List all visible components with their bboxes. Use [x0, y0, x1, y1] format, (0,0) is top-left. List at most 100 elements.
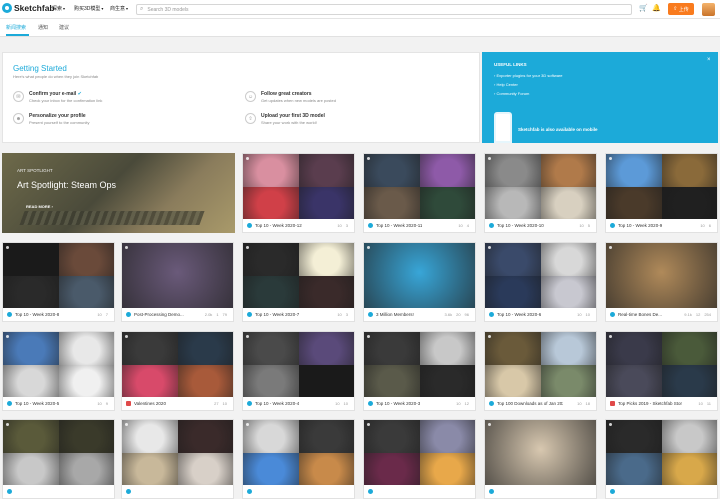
card-thumbnail[interactable] — [3, 332, 114, 397]
collection-card[interactable]: Top 10 - Week 2020-5 10 9 — [2, 331, 115, 411]
link-community-forum[interactable]: › Community Forum — [494, 91, 529, 96]
card-title[interactable]: Top 10 - Week 2020-3 — [376, 401, 420, 406]
card-thumbnail[interactable] — [606, 243, 717, 308]
collection-card[interactable]: Top 10 - Week 2020-4 10 10 — [242, 331, 355, 411]
collection-card[interactable]: Real-time Bones De... 9.1k 12 254 — [605, 242, 718, 322]
thumbnail-quadrant — [177, 420, 233, 453]
views-count: 10 — [456, 401, 461, 406]
task-personalize-profile[interactable]: ☻ Personalize your profile Present yourse… — [13, 113, 89, 125]
card-thumbnail[interactable] — [364, 243, 475, 308]
link-help-center[interactable]: › Help Center — [494, 82, 518, 87]
upload-button[interactable]: ⇧ 上传 — [668, 3, 694, 15]
card-thumbnail[interactable] — [485, 420, 596, 485]
thumbnail-quadrant — [606, 186, 662, 219]
card-title[interactable]: Top Picks 2019 - Sketchfab Stor — [618, 401, 682, 406]
collection-card[interactable]: Top Picks 2019 - Sketchfab Stor 10 11 — [605, 331, 718, 411]
bell-icon[interactable]: 🔔 — [652, 4, 661, 12]
collection-card[interactable]: Top 10 - Week 2020-7 10 3 — [242, 242, 355, 322]
card-footer — [3, 485, 114, 498]
card-thumbnail[interactable] — [3, 420, 114, 485]
avatar[interactable] — [702, 3, 715, 16]
nav-explore[interactable]: 探索▾ — [52, 5, 65, 12]
collection-card[interactable] — [2, 419, 115, 499]
thumbnail-quadrant — [485, 154, 541, 187]
collection-card[interactable]: Top 10 - Week 2020-6 10 10 — [484, 242, 597, 322]
read-more-link[interactable]: READ MORE › — [26, 204, 53, 209]
thumbnail-quadrant — [58, 332, 114, 365]
collection-card[interactable]: Top 10 - Week 2020-9 10 6 — [605, 153, 718, 233]
card-footer: Top 10 - Week 2020-11 10 4 — [364, 219, 475, 232]
card-footer — [243, 485, 354, 498]
mobile-app-link[interactable]: Sketchfab is also available on mobile — [518, 127, 598, 132]
card-title[interactable]: Top 10 - Week 2020-7 — [255, 312, 299, 317]
collection-card[interactable] — [363, 419, 476, 499]
thumbnail-quadrant — [298, 332, 354, 365]
card-thumbnail[interactable] — [243, 154, 354, 219]
task-upload-model[interactable]: ⇧ Upload your first 3D model Share your w… — [245, 113, 325, 125]
card-thumbnail[interactable] — [485, 332, 596, 397]
card-thumbnail[interactable] — [606, 420, 717, 485]
collection-card[interactable]: Valentines 2020 27 10 — [121, 331, 234, 411]
card-title[interactable]: Post-Processing Demo... — [134, 312, 184, 317]
collection-card[interactable]: Top 10 - Week 2020-11 10 4 — [363, 153, 476, 233]
card-thumbnail[interactable] — [364, 154, 475, 219]
card-title[interactable]: Top 10 - Week 2020-6 — [497, 312, 541, 317]
tab-notifications[interactable]: 通知 — [38, 24, 48, 31]
link-exporter-plugins[interactable]: › Exporter plugins for your 3D software — [494, 73, 562, 78]
search-input[interactable]: ⌕ Search 3D models — [136, 4, 632, 15]
card-thumbnail[interactable] — [485, 243, 596, 308]
collection-card[interactable] — [605, 419, 718, 499]
card-title[interactable]: Top 100 Downloads as of Jan 202 — [497, 401, 563, 406]
card-thumbnail[interactable] — [3, 243, 114, 308]
card-title[interactable]: Valentines 2020 — [134, 401, 166, 406]
card-thumbnail[interactable] — [364, 332, 475, 397]
card-title[interactable]: Top 10 - Week 2020-8 — [15, 312, 59, 317]
card-thumbnail[interactable] — [243, 243, 354, 308]
card-title[interactable]: Top 10 - Week 2020-9 — [618, 223, 662, 228]
card-title[interactable]: Real-time Bones De... — [618, 312, 662, 317]
close-icon[interactable]: × — [707, 57, 711, 63]
sketchfab-logo[interactable]: Sketchfab — [2, 3, 55, 13]
card-title[interactable]: 3 Million Members! — [376, 312, 414, 317]
card-thumbnail[interactable] — [243, 420, 354, 485]
tab-news-feed[interactable]: 新闻搜索 — [6, 24, 26, 31]
art-spotlight-banner[interactable]: ART SPOTLIGHT Art Spotlight: Steam Ops R… — [2, 153, 235, 233]
card-thumbnail[interactable] — [122, 243, 233, 308]
card-thumbnail[interactable] — [485, 154, 596, 219]
thumbnail-quadrant — [3, 452, 59, 485]
check-icon: ✔ — [77, 91, 82, 97]
nav-business[interactable]: 商生意▾ — [110, 5, 128, 12]
card-thumbnail[interactable] — [122, 420, 233, 485]
collection-card[interactable]: Top 10 - Week 2020-12 10 3 — [242, 153, 355, 233]
collection-card[interactable]: 3 Million Members! 3.6k 20 96 — [363, 242, 476, 322]
card-title[interactable]: Top 10 - Week 2020-4 — [255, 401, 299, 406]
collection-card[interactable]: Top 100 Downloads as of Jan 202 10 18 — [484, 331, 597, 411]
collection-card[interactable]: Top 10 - Week 2020-10 10 5 — [484, 153, 597, 233]
card-title[interactable]: Top 10 - Week 2020-5 — [15, 401, 59, 406]
card-thumbnail[interactable] — [243, 332, 354, 397]
collection-card[interactable] — [121, 419, 234, 499]
collection-card[interactable]: Top 10 - Week 2020-3 10 12 — [363, 331, 476, 411]
card-thumbnail[interactable] — [364, 420, 475, 485]
card-thumbnail[interactable] — [606, 332, 717, 397]
card-thumbnail[interactable] — [122, 332, 233, 397]
nav-buy-models[interactable]: 购买3D模型▾ — [74, 5, 103, 12]
likes-count: 254 — [704, 312, 711, 317]
collection-card[interactable]: Top 10 - Week 2020-8 10 7 — [2, 242, 115, 322]
card-title[interactable]: Top 10 - Week 2020-11 — [376, 223, 422, 228]
task-confirm-email[interactable]: ✉ Confirm your e-mail ✔ Check your inbox … — [13, 91, 102, 103]
card-title[interactable]: Top 10 - Week 2020-10 — [497, 223, 544, 228]
card-title[interactable]: Top 10 - Week 2020-12 — [255, 223, 302, 228]
card-thumbnail[interactable] — [606, 154, 717, 219]
thumbnail-quadrant — [298, 452, 354, 485]
model-badge-icon — [6, 246, 9, 249]
collection-card[interactable] — [484, 419, 597, 499]
card-stats: 10 5 — [579, 223, 594, 228]
collection-card[interactable] — [242, 419, 355, 499]
thumbnail-quadrant — [3, 364, 59, 397]
cart-icon[interactable]: 🛒 — [639, 4, 648, 12]
card-footer: Top 100 Downloads as of Jan 202 10 18 — [485, 397, 596, 410]
collection-card[interactable]: Post-Processing Demo... 2.0k 1 79 — [121, 242, 234, 322]
task-follow-creators[interactable]: ☺ Follow great creators Get updates when … — [245, 91, 336, 103]
tab-suggestions[interactable]: 建议 — [59, 24, 69, 31]
